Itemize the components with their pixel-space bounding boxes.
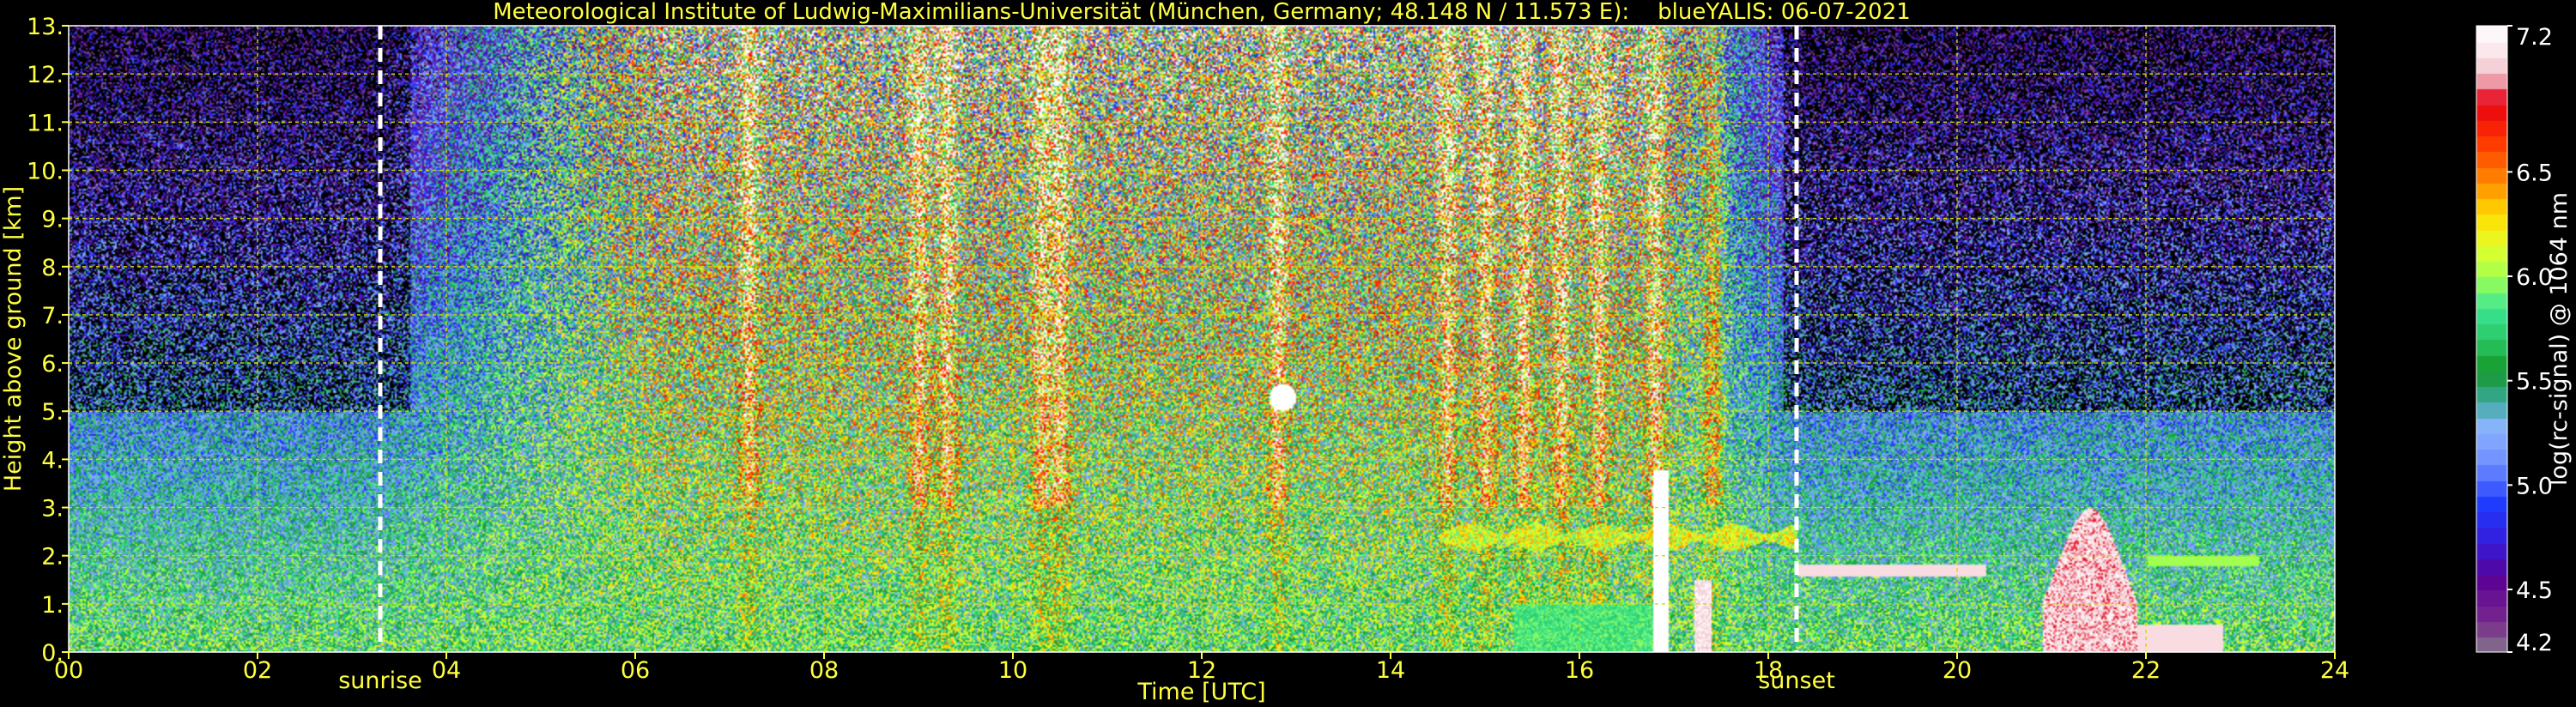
y-tick-label: 13. xyxy=(27,14,64,40)
y-tick-label: 2. xyxy=(41,544,64,571)
y-tick-label: 11. xyxy=(27,110,64,136)
annotation-label: sunrise xyxy=(338,668,422,694)
colorbar-tick-label: 4.5 xyxy=(2516,577,2553,604)
chart-overlay: sunrise sunset 00 02 04 06 08 10 12 14 16 18 20 22 24… xyxy=(0,0,2573,705)
grid-lines xyxy=(69,26,2335,652)
y-tick-label: 12. xyxy=(27,62,64,88)
colorbar-tick-label: 4.2 xyxy=(2516,630,2553,656)
x-tick-label: 08 xyxy=(809,657,839,684)
x-tick-label: 22 xyxy=(2131,657,2161,684)
colorbar-tick-label: 7.2 xyxy=(2516,24,2553,51)
x-tick-label: 02 xyxy=(243,657,272,684)
y-axis-label: Height above ground [km] xyxy=(0,186,27,492)
y-tick-label: 10. xyxy=(27,158,64,184)
y-tick-label: 9. xyxy=(41,207,64,233)
x-tick-label: 06 xyxy=(621,657,650,684)
annotation-lines: sunrise sunset xyxy=(338,26,1835,694)
y-tick-label: 3. xyxy=(41,496,64,523)
y-tick-label: 0. xyxy=(41,640,64,667)
x-tick-label: 18 xyxy=(1754,657,1783,684)
x-tick-label: 24 xyxy=(2320,657,2349,684)
y-tick-label: 4. xyxy=(41,447,64,474)
plot-frame xyxy=(68,25,2336,653)
x-tick-label: 04 xyxy=(432,657,461,684)
x-tick-label: 10 xyxy=(998,657,1027,684)
y-tick-label: 8. xyxy=(41,255,64,281)
axes: 00 02 04 06 08 10 12 14 16 18 20 22 240.1.2.3.4.5.6.… xyxy=(27,14,2349,684)
x-tick-label: 14 xyxy=(1376,657,1405,684)
lidar-figure: sunrise sunset 00 02 04 06 08 10 12 14 16 18 20 22 24… xyxy=(0,0,2576,707)
colorbar-label: log(rc-signal) @ 1064 nm xyxy=(2546,192,2573,486)
chart-title: Meteorological Institute of Ludwig-Maxim… xyxy=(493,0,1911,25)
colorbar-frame xyxy=(2476,25,2508,653)
y-tick-label: 5. xyxy=(41,399,64,426)
x-tick-label: 16 xyxy=(1565,657,1594,684)
colorbar: 4.24.55.05.56.06.57.2 xyxy=(2476,24,2553,656)
x-axis-label: Time [UTC] xyxy=(1136,679,1265,705)
y-tick-label: 6. xyxy=(41,351,64,378)
x-tick-label: 20 xyxy=(1943,657,1972,684)
y-tick-label: 1. xyxy=(41,592,64,619)
y-tick-label: 7. xyxy=(41,303,64,329)
colorbar-tick-label: 6.5 xyxy=(2516,160,2553,186)
